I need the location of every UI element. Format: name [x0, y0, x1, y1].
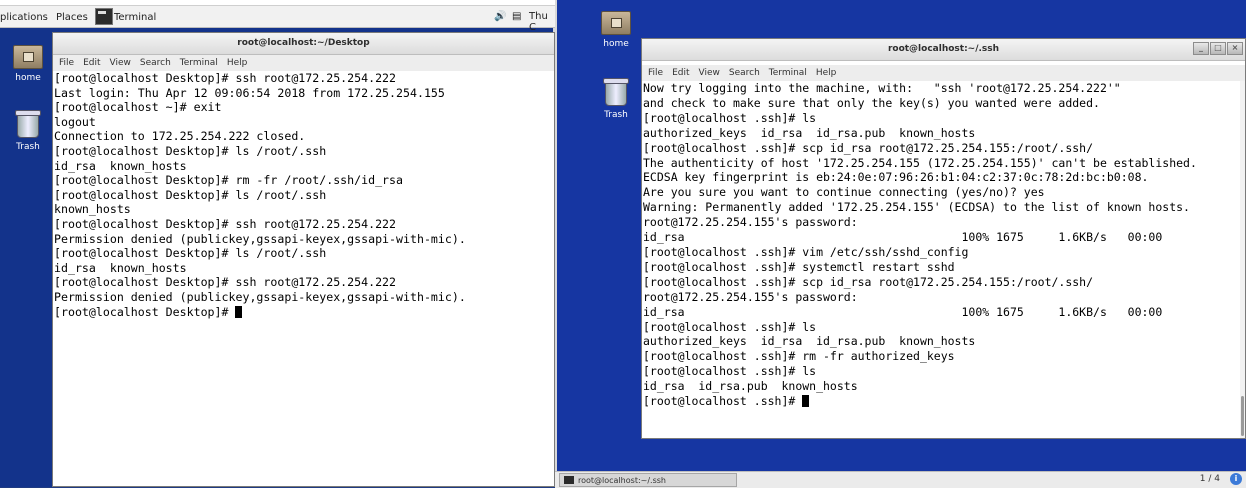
- terminal-line: [root@localhost Desktop]# ssh root@172.2…: [54, 216, 397, 231]
- bottom-panel: root@localhost:~/.ssh 1 / 4 i: [555, 471, 1246, 488]
- menu-bar: File Edit View Search Terminal Help: [53, 55, 554, 71]
- desktop-trash-label: Trash: [16, 142, 40, 152]
- taskbar-terminal-button[interactable]: root@localhost:~/.ssh: [559, 473, 737, 487]
- panel-strip: [0, 0, 555, 6]
- scrollbar[interactable]: [1240, 81, 1245, 438]
- terminal-task-icon[interactable]: [95, 8, 113, 25]
- prompt-line[interactable]: [root@localhost Desktop]#: [54, 305, 554, 320]
- menu-edit[interactable]: Edit: [83, 58, 100, 68]
- desktop-trash-label-right: Trash: [604, 110, 628, 120]
- home-folder-icon: [13, 45, 43, 69]
- menu-terminal[interactable]: Terminal: [180, 58, 218, 68]
- workspace-pager[interactable]: 1 / 4: [1200, 474, 1220, 484]
- terminal-line: Permission denied (publickey,gssapi-keye…: [54, 289, 466, 304]
- terminal-line: Connection to 172.25.254.222 closed.: [54, 129, 306, 144]
- terminal-line: [root@localhost Desktop]# ls /root/.ssh: [54, 143, 327, 158]
- taskbar-label: root@localhost:~/.ssh: [578, 476, 666, 485]
- desktop-home-icon-right[interactable]: home: [586, 11, 646, 49]
- window-title-bar[interactable]: root@localhost:~/.ssh _ □ ×: [642, 39, 1245, 61]
- menu-view[interactable]: View: [110, 58, 131, 68]
- menu-terminal[interactable]: Terminal: [769, 68, 807, 78]
- menu-view[interactable]: View: [699, 68, 720, 78]
- text-cursor: [802, 395, 810, 408]
- terminal-line: Now try logging into the machine, with: …: [643, 81, 1121, 95]
- terminal-window-desktop[interactable]: root@localhost:~/Desktop File Edit View Sea…: [52, 32, 555, 487]
- terminal-icon: [564, 476, 574, 484]
- terminal-line: authorized_keys id_rsa id_rsa.pub known_…: [643, 125, 976, 140]
- terminal-line: id_rsa 100% 1675 1.6KB/s 00:00: [643, 304, 1163, 319]
- trash-icon: [15, 110, 41, 138]
- terminal-line: Permission denied (publickey,gssapi-keye…: [54, 231, 466, 246]
- menu-bar: File Edit View Search Terminal Help: [642, 65, 1245, 81]
- terminal-line: Are you sure you want to continue connec…: [643, 185, 1045, 200]
- terminal-line: [root@localhost .ssh]# scp id_rsa root@1…: [643, 274, 1094, 289]
- terminal-line: root@172.25.254.155's password:: [643, 215, 858, 230]
- desktop-trash-icon-right[interactable]: Trash: [586, 78, 646, 120]
- terminal-line: The authenticity of host '172.25.254.155…: [643, 155, 1197, 170]
- trash-icon: [603, 78, 629, 106]
- clock[interactable]: Thu C: [529, 11, 555, 33]
- terminal-line: [root@localhost Desktop]# rm -fr /root/.…: [54, 173, 404, 188]
- desktop-trash-icon[interactable]: Trash: [0, 110, 58, 152]
- scrollbar-thumb[interactable]: [1241, 396, 1244, 436]
- terminal-output[interactable]: Now try logging into the machine, with: …: [642, 81, 1245, 409]
- terminal-line: [root@localhost Desktop]# ssh root@172.2…: [54, 275, 397, 290]
- terminal-line: Warning: Permanently added '172.25.254.1…: [643, 200, 1190, 215]
- menu-edit[interactable]: Edit: [672, 68, 689, 78]
- terminal-line: [root@localhost Desktop]# ssh root@172.2…: [54, 71, 397, 85]
- text-cursor: [235, 305, 243, 318]
- window-title[interactable]: root@localhost:~/Desktop: [53, 33, 554, 55]
- terminal-line: Last login: Thu Apr 12 09:06:54 2018 fro…: [54, 85, 445, 100]
- terminal-task-label[interactable]: Terminal: [114, 12, 156, 23]
- window-controls: _ □ ×: [1192, 42, 1243, 63]
- maximize-button[interactable]: □: [1210, 42, 1226, 55]
- terminal-line: authorized_keys id_rsa id_rsa.pub known_…: [643, 334, 976, 349]
- terminal-line: [root@localhost .ssh]# ls: [643, 364, 817, 379]
- terminal-line: [root@localhost ~]# exit: [54, 100, 222, 115]
- terminal-line: [root@localhost Desktop]# ls /root/.ssh: [54, 187, 327, 202]
- shell-prompt: [root@localhost .ssh]#: [643, 394, 803, 409]
- terminal-line: id_rsa 100% 1675 1.6KB/s 00:00: [643, 230, 1163, 245]
- terminal-line: [root@localhost .ssh]# ls: [643, 110, 817, 125]
- shell-prompt: [root@localhost Desktop]#: [54, 304, 236, 319]
- terminal-line: [root@localhost .ssh]# ls: [643, 319, 817, 334]
- minimize-button[interactable]: _: [1193, 42, 1209, 55]
- desktop-home-label-right: home: [603, 39, 629, 49]
- terminal-window-ssh[interactable]: root@localhost:~/.ssh _ □ × File Edit View Se…: [641, 38, 1246, 439]
- menu-help[interactable]: Help: [227, 58, 248, 68]
- home-folder-icon: [601, 11, 631, 35]
- terminal-line: [root@localhost .ssh]# rm -fr authorized…: [643, 349, 955, 364]
- info-icon[interactable]: i: [1230, 473, 1242, 485]
- terminal-line: ECDSA key fingerprint is eb:24:0e:07:96:…: [643, 170, 1149, 185]
- speaker-icon[interactable]: 🔊: [494, 11, 506, 22]
- close-button[interactable]: ×: [1227, 42, 1243, 55]
- terminal-line: id_rsa known_hosts: [54, 260, 187, 275]
- applications-menu[interactable]: plications: [0, 12, 48, 23]
- terminal-line: and check to make sure that only the key…: [643, 95, 1100, 110]
- network-icon[interactable]: ▤: [512, 11, 521, 22]
- desktop-home-icon[interactable]: home: [0, 45, 58, 83]
- prompt-line[interactable]: [root@localhost .ssh]#: [643, 394, 1245, 409]
- terminal-line: [root@localhost .ssh]# scp id_rsa root@1…: [643, 140, 1094, 155]
- terminal-line: logout: [54, 114, 96, 129]
- terminal-line: [root@localhost Desktop]# ls /root/.ssh: [54, 246, 327, 261]
- terminal-line: [root@localhost .ssh]# vim /etc/ssh/sshd…: [643, 244, 969, 259]
- terminal-line: [root@localhost .ssh]# systemctl restart…: [643, 259, 955, 274]
- terminal-line: known_hosts: [54, 202, 131, 217]
- terminal-line: root@172.25.254.155's password:: [643, 289, 858, 304]
- menu-search[interactable]: Search: [729, 68, 760, 78]
- desktop-home-label: home: [15, 73, 41, 83]
- places-menu[interactable]: Places: [56, 12, 88, 23]
- top-panel: plications Places Terminal 🔊 ▤ Thu C: [0, 0, 555, 33]
- terminal-output[interactable]: [root@localhost Desktop]# ssh root@172.2…: [53, 71, 554, 319]
- menu-help[interactable]: Help: [816, 68, 837, 78]
- menu-search[interactable]: Search: [140, 58, 171, 68]
- terminal-line: id_rsa id_rsa.pub known_hosts: [643, 379, 858, 394]
- window-title: root@localhost:~/.ssh: [887, 44, 1000, 54]
- terminal-line: id_rsa known_hosts: [54, 158, 187, 173]
- menu-file[interactable]: File: [59, 58, 74, 68]
- menu-file[interactable]: File: [648, 68, 663, 78]
